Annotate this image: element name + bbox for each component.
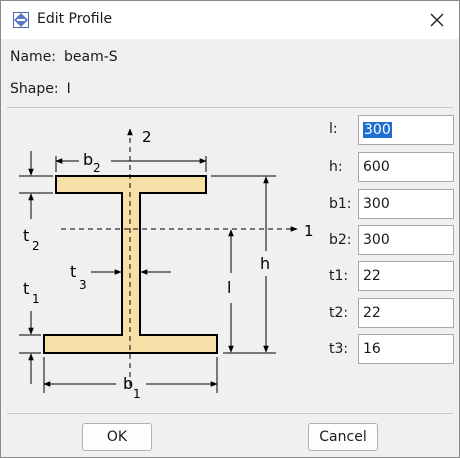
field-value-b1: 300	[363, 196, 390, 212]
field-label-t2: t2:	[329, 305, 349, 321]
l-label: l	[227, 278, 231, 297]
t3-label: t	[70, 262, 76, 281]
cancel-button[interactable]: Cancel	[308, 423, 378, 451]
h-label: h	[260, 254, 270, 273]
i-beam-diagram: 2 1 b 2 t 2 t 3 t 1 b 1 h l	[19, 128, 314, 401]
field-input-l[interactable]: 300	[358, 115, 454, 145]
name-label: Name:	[10, 49, 57, 65]
field-input-t3[interactable]: 16	[358, 334, 454, 364]
top-separator	[7, 107, 453, 108]
close-button[interactable]	[415, 1, 459, 39]
edit-profile-dialog: Edit Profile Name: beam-S Shape: I 2 1 b…	[0, 0, 460, 458]
shape-row: Shape: I	[10, 81, 71, 97]
b1-label: b	[123, 374, 133, 393]
close-icon	[430, 13, 444, 27]
field-label-b1: b1:	[329, 196, 352, 212]
ok-button[interactable]: OK	[82, 423, 152, 451]
field-label-h: h:	[329, 159, 343, 175]
name-row: Name: beam-S	[10, 49, 118, 65]
title-bar: Edit Profile	[1, 1, 459, 39]
bottom-separator	[7, 413, 453, 414]
axis-2-label: 2	[142, 128, 152, 146]
t2-subscript: 2	[32, 239, 40, 253]
name-value: beam-S	[64, 49, 118, 65]
field-input-h[interactable]: 600	[358, 152, 454, 182]
profile-icon	[13, 12, 29, 28]
field-label-t1: t1:	[329, 268, 349, 284]
field-value-h: 600	[363, 159, 390, 175]
field-value-t2: 22	[363, 305, 381, 321]
t1-subscript: 1	[32, 292, 40, 306]
t2-label: t	[23, 226, 29, 245]
field-value-t3: 16	[363, 341, 381, 357]
field-input-b1[interactable]: 300	[358, 189, 454, 219]
field-label-t3: t3:	[329, 341, 349, 357]
b2-subscript: 2	[93, 161, 101, 175]
shape-label: Shape:	[10, 81, 59, 97]
field-value-t1: 22	[363, 268, 381, 284]
shape-value: I	[66, 81, 71, 97]
field-label-l: l:	[329, 121, 338, 137]
field-input-t1[interactable]: 22	[358, 261, 454, 291]
window-title: Edit Profile	[37, 11, 113, 27]
t1-label: t	[23, 279, 29, 298]
field-input-b2[interactable]: 300	[358, 225, 454, 255]
b2-label: b	[83, 150, 93, 169]
axis-1-label: 1	[304, 222, 314, 240]
field-value-b2: 300	[363, 232, 390, 248]
b1-subscript: 1	[133, 387, 141, 401]
field-input-t2[interactable]: 22	[358, 298, 454, 328]
t3-subscript: 3	[79, 278, 87, 292]
field-label-b2: b2:	[329, 232, 352, 248]
field-value-l: 300	[363, 122, 392, 138]
